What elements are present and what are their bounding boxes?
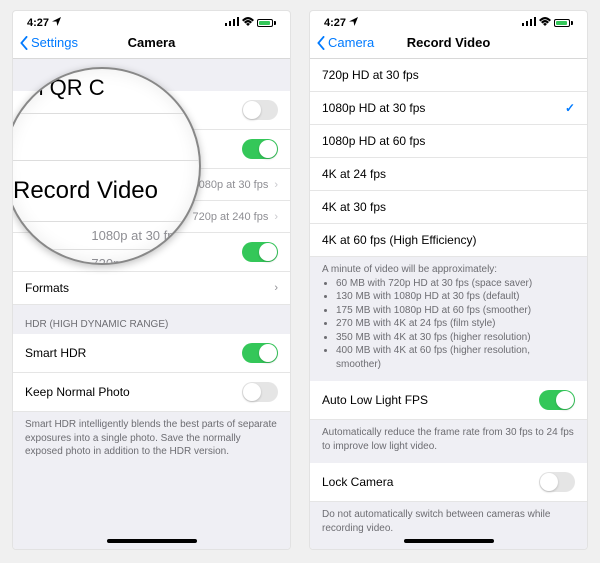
row-formats[interactable]: Formats › (13, 272, 290, 305)
chevron-right-icon: › (274, 179, 278, 191)
toggle-lock-camera[interactable] (539, 472, 575, 492)
option-label: 4K at 30 fps (322, 200, 386, 214)
back-label: Settings (31, 35, 78, 50)
row-record-video[interactable]: 1080p at 30 fps › (13, 169, 290, 201)
row-smart-hdr[interactable]: Smart HDR (13, 334, 290, 373)
video-option-row[interactable]: 4K at 60 fps (High Efficiency) (310, 224, 587, 257)
row-detail: 1080p at 30 fps (192, 179, 268, 191)
screenshot-camera-settings: 4:27 Settings Camera › (12, 10, 291, 550)
location-arrow-icon (349, 17, 358, 29)
option-label: 1080p HD at 30 fps (322, 101, 425, 115)
video-option-row[interactable]: 1080p HD at 30 fps ✓ (310, 92, 587, 125)
status-time: 4:27 (27, 17, 49, 29)
row-label: Formats (25, 281, 69, 295)
check-icon: ✓ (565, 101, 575, 115)
wifi-icon (242, 17, 254, 29)
battery-icon (554, 19, 573, 27)
video-option-row[interactable]: 4K at 24 fps (310, 158, 587, 191)
back-button[interactable]: Camera (316, 35, 374, 50)
signal-icon (522, 17, 536, 29)
video-option-row[interactable]: 1080p HD at 60 fps (310, 125, 587, 158)
size-note-item: 400 MB with 4K at 60 fps (higher resolut… (336, 344, 575, 371)
back-label: Camera (328, 35, 374, 50)
toggle[interactable] (242, 100, 278, 120)
home-indicator[interactable] (404, 539, 494, 543)
hdr-description: Smart HDR intelligently blends the best … (13, 412, 290, 469)
nav-bar: Camera Record Video (310, 29, 587, 59)
size-note-intro: A minute of video will be approximately: (322, 263, 575, 277)
nav-title: Camera (128, 35, 176, 50)
size-note-item: 350 MB with 4K at 30 fps (higher resolut… (336, 331, 575, 345)
screenshot-record-video: 4:27 Camera Record Video 720p HD at 30 f… (309, 10, 588, 550)
row-toggle-b[interactable] (13, 130, 290, 169)
back-button[interactable]: Settings (19, 35, 78, 50)
option-label: 720p HD at 30 fps (322, 68, 419, 82)
battery-icon (257, 19, 276, 27)
option-label: 4K at 60 fps (High Efficiency) (322, 233, 477, 247)
row-toggle-c[interactable] (13, 233, 290, 272)
nav-title: Record Video (407, 35, 491, 50)
settings-list: › 1080p at 30 fps › 720p at 240 fps › Form… (13, 59, 290, 549)
toggle[interactable] (242, 139, 278, 159)
size-note-item: 60 MB with 720p HD at 30 fps (space save… (336, 277, 575, 291)
size-note-item: 175 MB with 1080p HD at 60 fps (smoother… (336, 304, 575, 318)
row-label: Lock Camera (322, 475, 393, 489)
option-label: 4K at 24 fps (322, 167, 386, 181)
size-note: A minute of video will be approximately:… (310, 257, 587, 381)
status-bar: 4:27 (13, 11, 290, 29)
chevron-left-icon (316, 36, 326, 50)
size-note-list: 60 MB with 720p HD at 30 fps (space save… (322, 277, 575, 372)
row-keep-normal-photo[interactable]: Keep Normal Photo (13, 373, 290, 412)
nav-bar: Settings Camera (13, 29, 290, 59)
status-time: 4:27 (324, 17, 346, 29)
row-toggle-a[interactable] (13, 91, 290, 130)
toggle-keep-normal[interactable] (242, 382, 278, 402)
size-note-item: 130 MB with 1080p HD at 30 fps (default) (336, 290, 575, 304)
video-option-row[interactable]: 4K at 30 fps (310, 191, 587, 224)
options-list: 720p HD at 30 fps1080p HD at 30 fps✓1080… (310, 59, 587, 549)
auto-low-light-note: Automatically reduce the frame rate from… (310, 420, 587, 463)
chevron-right-icon: › (274, 282, 278, 294)
home-indicator[interactable] (107, 539, 197, 543)
row-lock-camera[interactable]: Lock Camera (310, 463, 587, 502)
wifi-icon (539, 17, 551, 29)
status-bar: 4:27 (310, 11, 587, 29)
row-record-slomo[interactable]: 720p at 240 fps › (13, 201, 290, 233)
chevron-left-icon (19, 36, 29, 50)
toggle-auto-low-light[interactable] (539, 390, 575, 410)
row-label: Auto Low Light FPS (322, 393, 428, 407)
location-arrow-icon (52, 17, 61, 29)
row-label: Keep Normal Photo (25, 385, 130, 399)
video-option-row[interactable]: 720p HD at 30 fps (310, 59, 587, 92)
signal-icon (225, 17, 239, 29)
option-label: 1080p HD at 60 fps (322, 134, 425, 148)
row-auto-low-light[interactable]: Auto Low Light FPS (310, 381, 587, 420)
row-detail: 720p at 240 fps (192, 211, 268, 223)
chevron-right-icon: › (274, 211, 278, 223)
row-label: Smart HDR (25, 346, 86, 360)
toggle[interactable] (242, 242, 278, 262)
size-note-item: 270 MB with 4K at 24 fps (film style) (336, 317, 575, 331)
section-header-hdr: HDR (HIGH DYNAMIC RANGE) (13, 305, 290, 334)
toggle-smart-hdr[interactable] (242, 343, 278, 363)
